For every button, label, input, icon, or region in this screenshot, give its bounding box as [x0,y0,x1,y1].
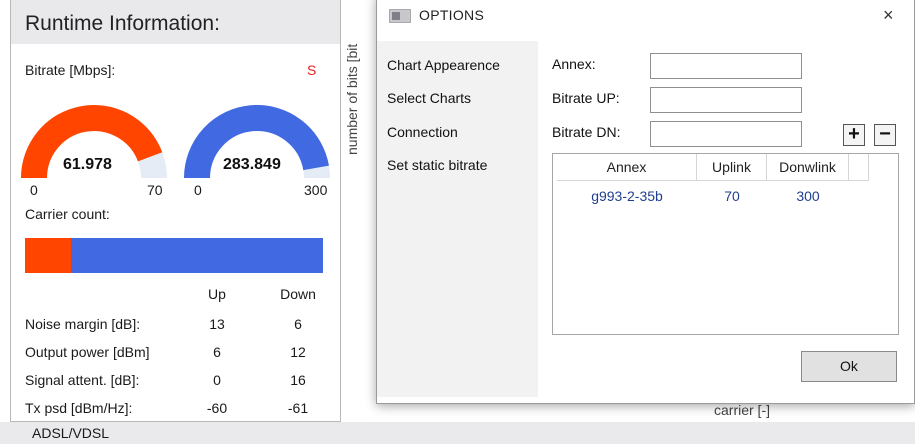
chart-x-axis-label: carrier [-] [714,402,770,418]
stat-up-value: 13 [209,316,225,332]
runtime-panel: Runtime Information: Bitrate [Mbps]: S 6… [10,0,341,422]
stat-up-value: 0 [213,372,221,388]
annex-input[interactable] [650,53,802,79]
nav-item-connection[interactable]: Connection [387,124,458,140]
gauge-down-min: 0 [194,182,202,198]
options-nav: Chart Appearence Select Charts Connectio… [377,41,538,397]
carrier-count-up-segment [25,238,71,273]
nav-item-set-static-bitrate[interactable]: Set static bitrate [387,157,487,173]
bitrate-gauges [21,105,330,179]
bitrate-table: Annex Uplink Donwlink g993-2-35b 70 300 [552,153,899,335]
gauge-down-max: 300 [304,182,328,198]
bitrate-up-input[interactable] [650,87,802,113]
add-button[interactable]: + [843,124,865,146]
gauge-up-value: 61.978 [63,156,112,173]
stat-down-value: 12 [290,344,306,360]
nav-item-select-charts[interactable]: Select Charts [387,90,471,106]
bitrate-up-label: Bitrate UP: [552,90,620,106]
ok-button[interactable]: Ok [801,351,897,382]
gauge-down-value: 283.849 [223,156,281,173]
nav-item-chart-appearence[interactable]: Chart Appearence [387,57,500,73]
dialog-title: OPTIONS [419,7,485,23]
column-up-header: Up [208,286,226,302]
close-icon[interactable]: × [883,5,894,26]
stat-up-value: 6 [213,344,221,360]
bitrate-status-flag: S [307,62,317,78]
stat-down-value: 16 [290,372,306,388]
carrier-count-down-segment [71,238,323,273]
column-down-header: Down [280,286,316,302]
table-header-annex[interactable]: Annex [557,154,697,181]
remove-button[interactable]: − [874,124,896,146]
status-bar-text: ADSL/VDSL [32,425,110,441]
table-cell-annex: g993-2-35b [591,188,663,204]
stat-down-value: 6 [294,316,302,332]
status-bar [0,422,915,444]
bitrate-dn-label: Bitrate DN: [552,124,621,140]
window-icon [389,9,411,23]
chart-y-axis-label: number of bits [bit [344,43,360,155]
gauge-up-max: 70 [147,182,163,198]
table-header-filler [849,154,869,181]
stat-label: Signal attent. [dB]: [25,372,140,388]
stat-label: Output power [dBm] [25,344,150,360]
table-row[interactable]: g993-2-35b 70 300 [557,182,869,208]
stat-up-value: -60 [206,400,228,416]
stat-label: Noise margin [dB]: [25,316,141,332]
bitrate-dn-input[interactable] [650,121,802,147]
carrier-count-label: Carrier count: [25,206,110,222]
bitrate-label: Bitrate [Mbps]: [25,62,116,78]
runtime-title: Runtime Information: [25,12,220,35]
table-cell-downlink: 300 [796,188,820,204]
stat-label: Tx psd [dBm/Hz]: [25,400,133,416]
options-dialog: OPTIONS × Chart Appearence Select Charts… [376,0,915,404]
table-header-downlink[interactable]: Donwlink [767,154,849,181]
gauge-up-min: 0 [30,182,38,198]
annex-label: Annex: [552,56,596,72]
carrier-count-bar [25,238,323,273]
table-cell-uplink: 70 [724,188,740,204]
stat-down-value: -61 [287,400,309,416]
table-header-uplink[interactable]: Uplink [697,154,767,181]
